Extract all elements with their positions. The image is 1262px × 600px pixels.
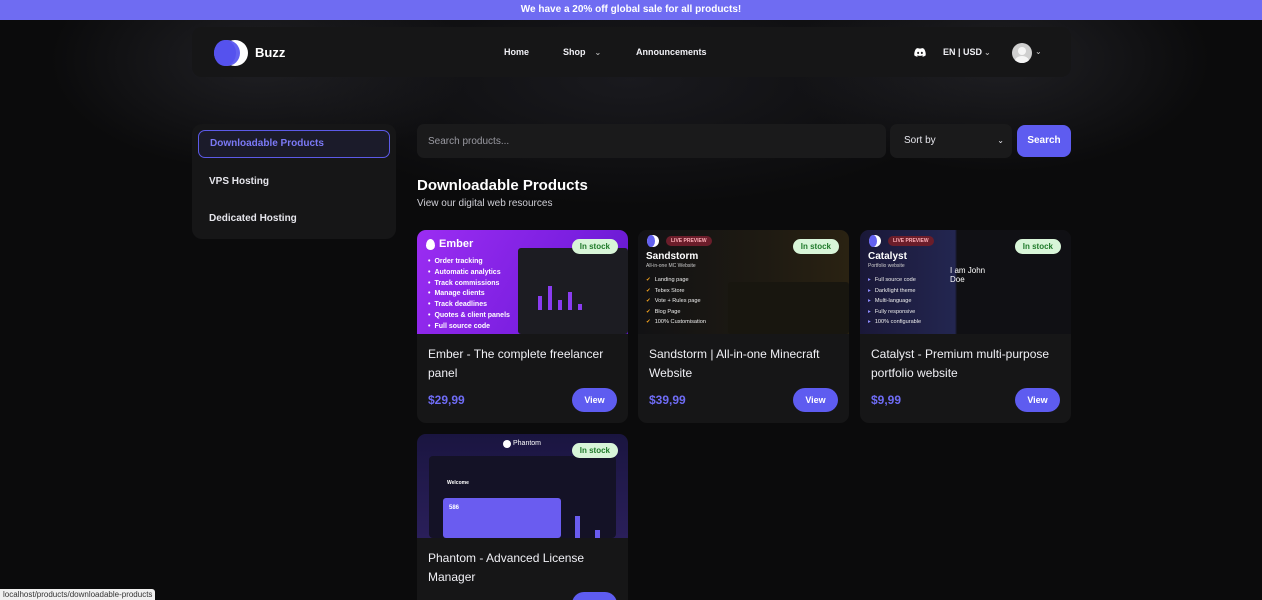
feature-item: 100% Customisation	[646, 317, 706, 328]
announcement-bar: We have a 20% off global sale for all pr…	[0, 0, 1262, 20]
discord-icon[interactable]	[914, 48, 926, 57]
locale-selector[interactable]: EN | USD ⌄	[943, 47, 991, 57]
feature-item: Tebex Store	[646, 286, 706, 297]
product-thumbnail[interactable]: LIVE PREVIEW Sandstorm All-in-one MC Web…	[638, 230, 849, 334]
feature-item: Full source code	[428, 322, 510, 333]
feature-item: Manage clients	[428, 289, 510, 300]
dashboard-mockup	[518, 248, 628, 334]
sort-select[interactable]: Sort by ⌄	[890, 124, 1012, 158]
thumb-subtitle: All-in-one MC Website	[646, 263, 696, 269]
feature-item: Track deadlines	[428, 300, 510, 311]
feature-item: Multi-language	[868, 296, 921, 307]
view-button[interactable]: View	[572, 592, 617, 600]
product-thumbnail[interactable]: Ember Order tracking Automatic analytics…	[417, 230, 628, 334]
product-price: $29,99	[428, 393, 465, 407]
chevron-down-icon: ⌄	[984, 48, 991, 57]
thumb-stat: 586	[449, 505, 460, 511]
chart-mockup: 586	[443, 498, 561, 538]
feature-item: Order tracking	[428, 257, 510, 268]
view-button[interactable]: View	[793, 388, 838, 412]
chevron-down-icon: ⌄	[594, 48, 602, 57]
live-preview-badge: LIVE PREVIEW	[666, 236, 712, 246]
thumb-hero-text: I am John Doe	[950, 266, 986, 284]
navbar: Buzz Home Shop ⌄ Announcements EN | USD ⌄ …	[192, 27, 1071, 77]
feature-item: Full source code	[868, 275, 921, 286]
feature-list: Full source code Dark/light theme Multi-…	[868, 275, 921, 328]
product-price: $39,99	[649, 393, 686, 407]
search-button[interactable]: Search	[1017, 125, 1071, 157]
thumb-title: Sandstorm	[646, 251, 699, 262]
locale-label: EN | USD	[943, 47, 983, 57]
product-title[interactable]: Phantom - Advanced License Manager	[428, 549, 618, 587]
browser-status-bar: localhost/products/downloadable-products	[0, 589, 156, 600]
product-thumbnail[interactable]: LIVE PREVIEW Catalyst Portfolio website …	[860, 230, 1071, 334]
view-button[interactable]: View	[1015, 388, 1060, 412]
product-card-ember[interactable]: Ember Order tracking Automatic analytics…	[417, 230, 628, 423]
category-sidebar: Downloadable Products VPS Hosting Dedica…	[192, 124, 396, 239]
feature-item: Quotes & client panels	[428, 311, 509, 322]
live-preview-badge: LIVE PREVIEW	[888, 236, 934, 246]
brand-logo[interactable]	[214, 40, 248, 66]
sort-label: Sort by	[904, 135, 936, 146]
feature-item: Automatic analytics	[428, 268, 510, 279]
stock-badge: In stock	[1014, 239, 1061, 254]
feature-item: 100% configurable	[868, 317, 921, 328]
brand-logo-icon	[647, 235, 659, 247]
brand-logo-icon	[869, 235, 881, 247]
feature-list: Order tracking Automatic analytics Track…	[428, 257, 510, 333]
brand-name[interactable]: Buzz	[255, 45, 285, 60]
feature-item: Fully responsive	[868, 307, 921, 318]
chevron-down-icon[interactable]: ⌄	[1035, 47, 1042, 56]
product-thumbnail[interactable]: Phantom Welcome 586 In stock	[417, 434, 628, 538]
product-card-sandstorm[interactable]: LIVE PREVIEW Sandstorm All-in-one MC Web…	[638, 230, 849, 423]
feature-item: Dark/light theme	[868, 286, 921, 297]
feature-list: Landing page Tebex Store Vote + Rules pa…	[646, 275, 706, 328]
sidebar-item-vps-hosting[interactable]: VPS Hosting	[198, 168, 390, 196]
product-title[interactable]: Catalyst - Premium multi-purpose portfol…	[871, 345, 1061, 383]
thumb-title: Phantom	[513, 440, 542, 447]
section-title: Downloadable Products	[417, 177, 588, 194]
product-price: $9,99	[871, 393, 902, 407]
avatar[interactable]	[1012, 43, 1032, 63]
product-card-catalyst[interactable]: LIVE PREVIEW Catalyst Portfolio website …	[860, 230, 1071, 423]
thumb-title: Ember	[439, 238, 474, 250]
dashboard-mockup: Welcome 586	[429, 456, 616, 538]
stock-badge: In stock	[571, 443, 618, 458]
product-title[interactable]: Sandstorm | All-in-one Minecraft Website	[649, 345, 839, 383]
flame-icon	[426, 239, 435, 250]
section-subtitle: View our digital web resources	[417, 198, 553, 209]
stock-badge: In stock	[571, 239, 618, 254]
stock-badge: In stock	[792, 239, 839, 254]
thumb-subtitle: Portfolio website	[868, 263, 905, 269]
nav-shop[interactable]: Shop ⌄	[563, 47, 601, 57]
product-title[interactable]: Ember - The complete freelancer panel	[428, 345, 618, 383]
thumb-welcome: Welcome	[447, 480, 469, 486]
thumb-title: Catalyst	[868, 251, 907, 262]
feature-item: Landing page	[646, 275, 706, 286]
view-button[interactable]: View	[572, 388, 617, 412]
search-input[interactable]	[417, 124, 886, 158]
nav-shop-label: Shop	[563, 47, 586, 57]
brand-logo-icon	[503, 440, 511, 448]
feature-item: Vote + Rules page	[646, 296, 706, 307]
sidebar-item-downloadable-products[interactable]: Downloadable Products	[198, 130, 390, 158]
nav-home[interactable]: Home	[504, 47, 529, 57]
sidebar-item-dedicated-hosting[interactable]: Dedicated Hosting	[198, 205, 390, 233]
feature-item: Blog Page	[646, 307, 706, 318]
website-mockup	[728, 282, 849, 334]
chevron-down-icon: ⌄	[997, 136, 1004, 145]
nav-announcements[interactable]: Announcements	[636, 47, 707, 57]
product-card-phantom[interactable]: Phantom Welcome 586 In stock Phantom - A…	[417, 434, 628, 600]
feature-item: Track commissions	[428, 279, 510, 290]
